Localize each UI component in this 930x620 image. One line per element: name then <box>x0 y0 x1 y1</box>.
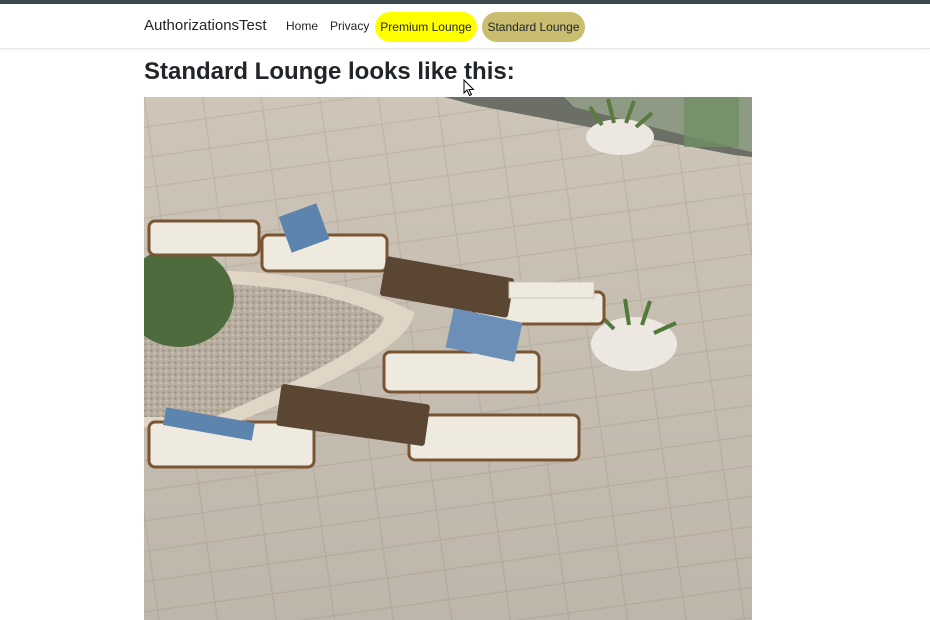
nav-link-home[interactable]: Home <box>286 4 318 48</box>
page-heading: Standard Lounge looks like this: <box>144 58 515 85</box>
nav-premium-lounge-button[interactable]: Premium Lounge <box>375 12 477 42</box>
brand-link[interactable]: AuthorizationsTest <box>144 4 267 48</box>
navbar: AuthorizationsTest Home Privacy Premium … <box>0 4 930 49</box>
nav-standard-lounge-button[interactable]: Standard Lounge <box>482 12 585 42</box>
nav-link-privacy[interactable]: Privacy <box>330 4 369 48</box>
lounge-photo <box>144 97 752 620</box>
mouse-cursor-icon <box>463 79 475 97</box>
